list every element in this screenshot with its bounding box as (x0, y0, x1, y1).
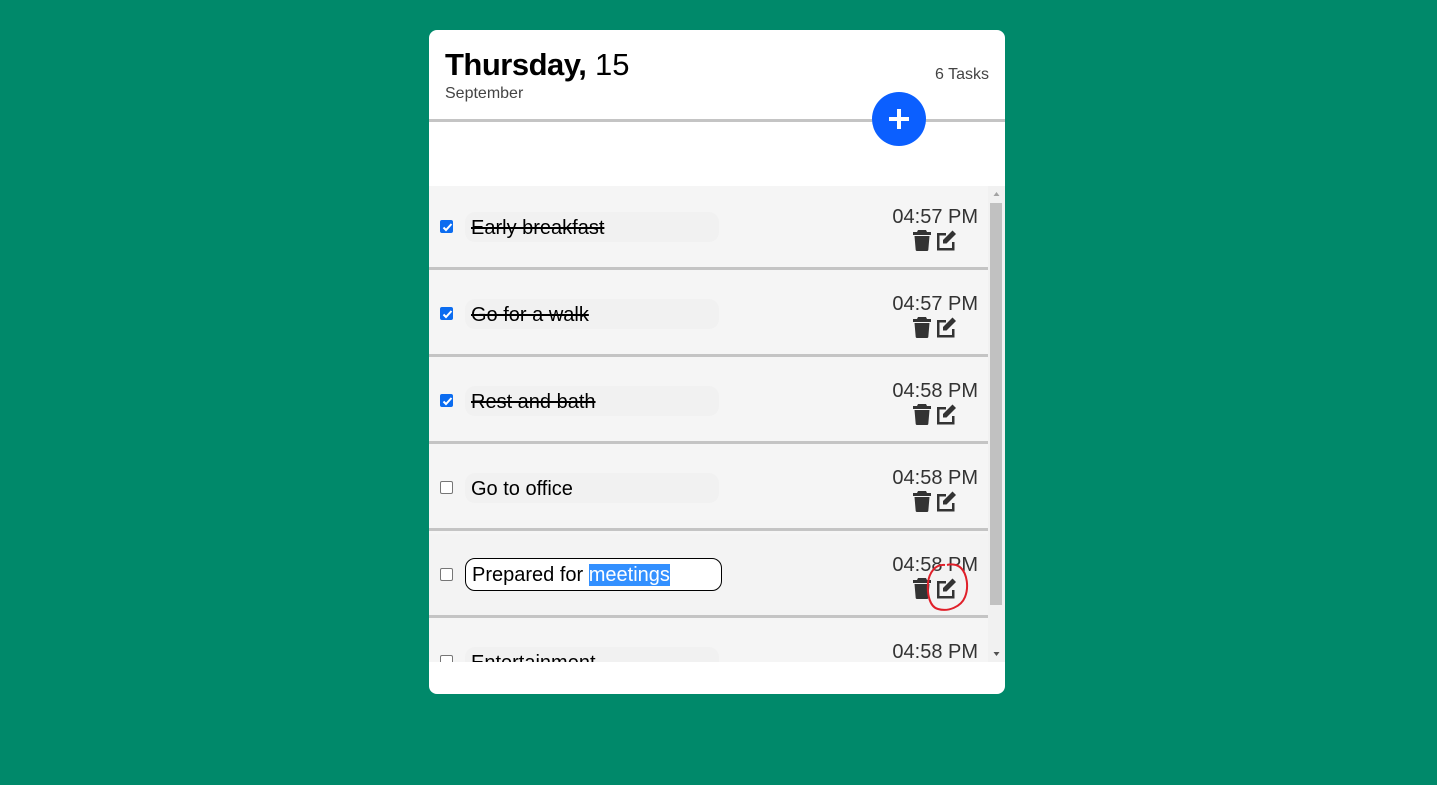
trash-icon[interactable] (913, 230, 931, 251)
task-text-field[interactable]: Go for a walk (465, 299, 719, 329)
task-time: 04:58 PM (892, 467, 978, 489)
task-text-field[interactable]: Early breakfast (465, 212, 719, 242)
add-task-button[interactable] (872, 92, 926, 146)
task-row: Go for a walk 04:57 PM (429, 273, 988, 357)
task-row-editing: Prepared for meetings 04:58 PM (429, 534, 988, 618)
task-text-selection: meetings (588, 564, 670, 586)
task-text-field[interactable]: Rest and bath (465, 386, 719, 416)
scroll-up-arrow-icon[interactable] (988, 186, 1005, 202)
edit-icon[interactable] (934, 317, 958, 338)
edit-icon[interactable] (934, 230, 958, 251)
trash-icon[interactable] (913, 578, 931, 599)
task-edit-input[interactable]: Prepared for meetings (465, 558, 722, 591)
month-label: September (445, 85, 524, 102)
task-text-field[interactable]: Entertainment (465, 647, 719, 662)
task-count: 6 Tasks (935, 66, 989, 83)
task-row: Rest and bath 04:58 PM (429, 360, 988, 444)
task-text: Entertainment (471, 652, 596, 662)
edit-icon[interactable] (934, 491, 958, 512)
task-text: Go for a walk (471, 304, 589, 326)
task-checkbox[interactable] (440, 655, 453, 662)
task-checkbox[interactable] (440, 568, 453, 581)
task-text: Go to office (471, 478, 573, 500)
task-checkbox[interactable] (440, 307, 453, 320)
task-text-unselected: Prepared for (472, 564, 589, 586)
task-text: Prepared for meetings (472, 564, 670, 587)
trash-icon[interactable] (913, 404, 931, 425)
day-name: Thursday, (445, 47, 587, 82)
task-time: 04:57 PM (892, 206, 978, 228)
trash-icon[interactable] (913, 491, 931, 512)
task-row: Entertainment 04:58 PM (429, 621, 988, 662)
task-row: Go to office 04:58 PM (429, 447, 988, 531)
scrollbar-thumb[interactable] (990, 203, 1002, 605)
plus-icon (889, 109, 909, 129)
row-divider (429, 528, 988, 531)
check-icon (442, 223, 453, 232)
task-row: Early breakfast 04:57 PM (429, 186, 988, 270)
task-time: 04:58 PM (892, 641, 978, 662)
row-divider (429, 615, 988, 618)
scroll-down-arrow-icon[interactable] (988, 646, 1005, 662)
day-number: 15 (594, 47, 630, 82)
task-time: 04:57 PM (892, 293, 978, 315)
date-heading: Thursday, 15 (445, 47, 629, 83)
task-text: Rest and bath (471, 391, 596, 413)
edit-icon[interactable] (934, 404, 958, 425)
task-text: Early breakfast (471, 217, 605, 239)
task-time: 04:58 PM (892, 380, 978, 402)
check-icon (442, 397, 453, 406)
trash-icon[interactable] (913, 317, 931, 338)
task-time: 04:58 PM (892, 554, 978, 576)
edit-icon[interactable] (934, 578, 958, 599)
task-checkbox[interactable] (440, 481, 453, 494)
row-divider (429, 441, 988, 444)
check-icon (442, 310, 453, 319)
todo-card: Thursday, 15 September 6 Tasks Early bre… (429, 30, 1005, 694)
task-checkbox[interactable] (440, 394, 453, 407)
row-divider (429, 354, 988, 357)
task-checkbox[interactable] (440, 220, 453, 233)
list-scrollbar[interactable] (988, 186, 1005, 662)
task-text-field[interactable]: Go to office (465, 473, 719, 503)
row-divider (429, 267, 988, 270)
task-list[interactable]: Early breakfast 04:57 PM Go for a walk 0… (429, 186, 988, 662)
